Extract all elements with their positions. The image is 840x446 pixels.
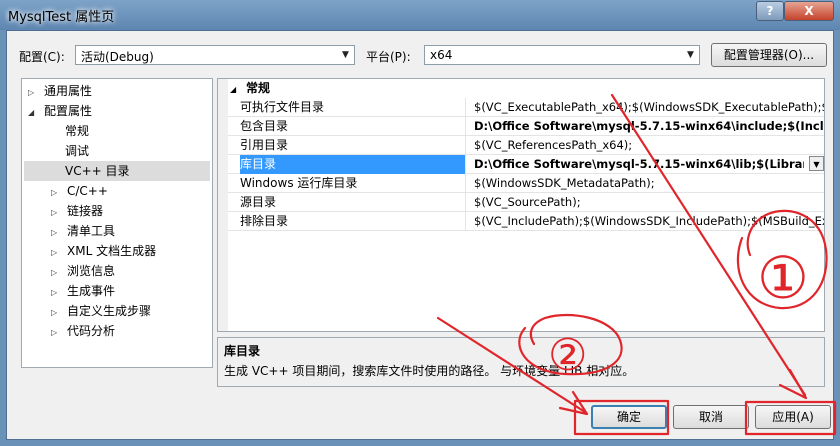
config-select[interactable]: 活动(Debug) ▼ [75,45,355,65]
ok-button[interactable]: 确定 [591,405,667,429]
properties-window: MysqlTest 属性页 ? X 配置(C): 活动(Debug) ▼ 平台(… [0,0,840,446]
config-label: 配置(C): [19,50,65,64]
tree-item-custom-build[interactable]: ▷ 自定义生成步骤 [51,301,151,321]
expand-arrow-icon[interactable]: ▷ [51,243,61,263]
tree-item-config-props[interactable]: ◢ 配置属性 [28,101,92,121]
tree-item-cpp[interactable]: ▷ C/C++ [51,181,108,201]
grid-category[interactable]: ◢ 常规 [228,79,824,98]
tree-item-browse-info[interactable]: ▷ 浏览信息 [51,261,115,281]
tree-item-xml-doc[interactable]: ▷ XML 文档生成器 [51,241,156,261]
tree-item-debugging[interactable]: 调试 [65,141,89,161]
platform-select[interactable]: x64 ▼ [424,45,700,65]
expand-arrow-icon[interactable]: ▷ [51,323,61,343]
help-button[interactable]: ? [756,1,784,21]
platform-value: x64 [430,48,453,62]
expand-arrow-icon[interactable]: ▷ [28,83,38,103]
expand-arrow-icon[interactable]: ▷ [51,223,61,243]
property-grid: ◢ 常规 可执行文件目录 $(VC_ExecutablePath_x64);$(W… [217,78,825,332]
chevron-down-icon[interactable]: ▼ [809,156,824,171]
tree-item-vc-directories[interactable]: VC++ 目录 [24,161,210,181]
expand-arrow-icon[interactable]: ▷ [51,303,61,323]
apply-button[interactable]: 应用(A) [755,405,831,429]
grid-gutter [218,79,228,331]
expand-arrow-icon[interactable]: ▷ [51,183,61,203]
grid-row-exclude-dirs[interactable]: 排除目录 $(VC_IncludePath);$(WindowsSDK_Incl… [228,212,824,231]
collapse-arrow-icon[interactable]: ◢ [28,103,38,123]
config-value: 活动(Debug) [81,50,154,64]
grid-row-library-dirs[interactable]: 库目录 D:\Office Software\mysql-5.7.15-winx… [228,155,824,174]
tree-item-common-props[interactable]: ▷ 通用属性 [28,81,92,101]
expand-arrow-icon[interactable]: ▷ [51,263,61,283]
collapse-arrow-icon[interactable]: ◢ [230,80,240,99]
grid-row-executable-dirs[interactable]: 可执行文件目录 $(VC_ExecutablePath_x64);$(Windo… [228,98,824,117]
config-manager-button[interactable]: 配置管理器(O)... [711,43,827,67]
description-text: 生成 VC++ 项目期间，搜索库文件时使用的路径。 与环境变量 LIB 相对应。 [224,364,635,378]
platform-label: 平台(P): [366,50,411,64]
grid-row-winrt-dirs[interactable]: Windows 运行库目录 $(WindowsSDK_MetadataPath)… [228,174,824,193]
chevron-down-icon: ▼ [687,50,694,60]
expand-arrow-icon[interactable]: ▷ [51,203,61,223]
description-panel: 库目录 生成 VC++ 项目期间，搜索库文件时使用的路径。 与环境变量 LIB … [217,337,825,387]
grid-row-source-dirs[interactable]: 源目录 $(VC_SourcePath); [228,193,824,212]
tree-item-code-analysis[interactable]: ▷ 代码分析 [51,321,115,341]
close-button[interactable]: X [784,1,834,21]
tree-item-build-events[interactable]: ▷ 生成事件 [51,281,115,301]
chevron-down-icon: ▼ [342,50,349,60]
tree-item-general[interactable]: 常规 [65,121,89,141]
title-bar[interactable]: MysqlTest 属性页 ? X [0,0,840,30]
dialog-client: 配置(C): 活动(Debug) ▼ 平台(P): x64 ▼ 配置管理器(O)… [6,30,834,440]
grid-row-include-dirs[interactable]: 包含目录 D:\Office Software\mysql-5.7.15-win… [228,117,824,136]
property-tree: ▷ 通用属性 ◢ 配置属性 常规 调试 VC++ 目录 ▷ C/C++ ▷ 链接器 ▷ 清… [21,78,213,368]
tree-item-manifest-tool[interactable]: ▷ 清单工具 [51,221,115,241]
window-title: MysqlTest 属性页 [8,10,115,25]
description-title: 库目录 [224,344,261,358]
expand-arrow-icon[interactable]: ▷ [51,283,61,303]
tree-item-linker[interactable]: ▷ 链接器 [51,201,103,221]
grid-row-reference-dirs[interactable]: 引用目录 $(VC_ReferencesPath_x64); [228,136,824,155]
cancel-button[interactable]: 取消 [673,405,749,429]
